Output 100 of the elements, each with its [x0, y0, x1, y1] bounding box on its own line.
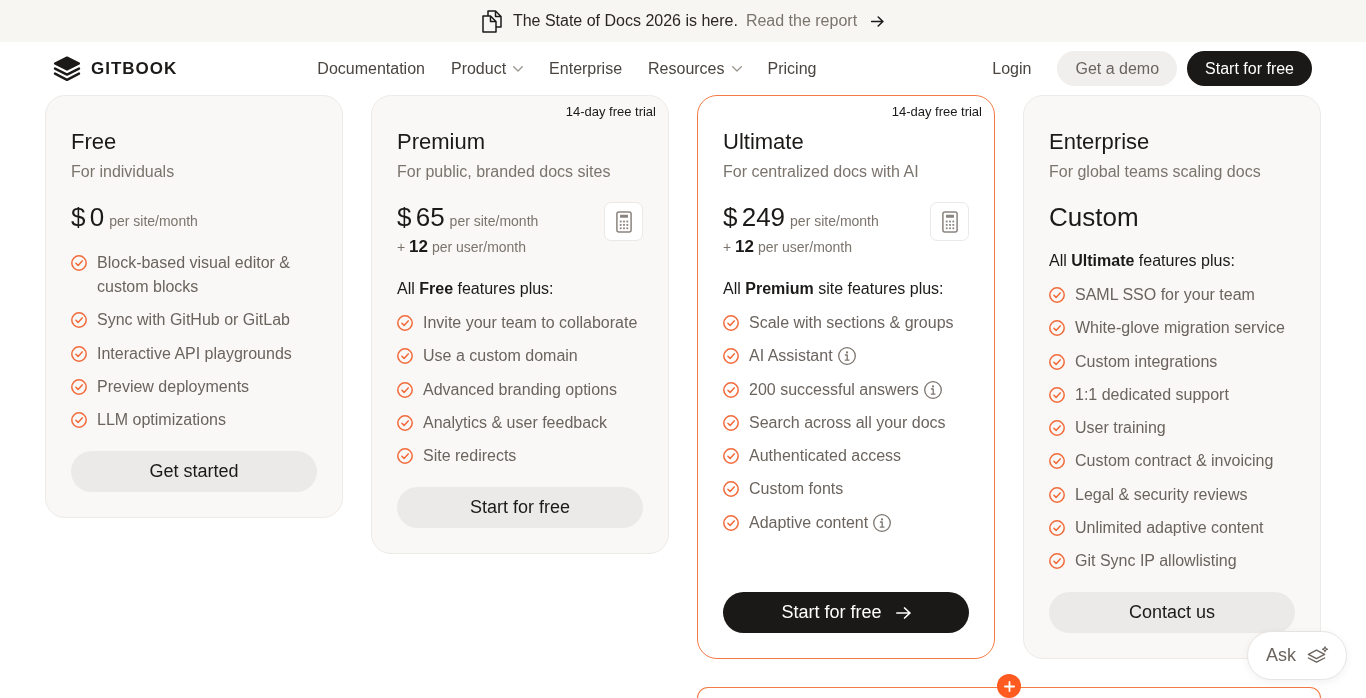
check-circle-icon [723, 348, 739, 365]
feature-text: Block-based visual editor & custom blocks [97, 253, 291, 297]
nav-link[interactable]: Resources [648, 59, 742, 78]
plan-button[interactable]: Start for free [723, 592, 969, 634]
check-circle-icon [1049, 287, 1065, 303]
user-price: + 12 per user/month [723, 237, 854, 257]
feature-text: Search across all your docs [749, 412, 946, 433]
includes-text: All Free features plus: [397, 279, 555, 299]
plus-icon [1003, 680, 1015, 692]
feature-text: Use a custom domain [423, 346, 578, 367]
check-circle-icon [1049, 320, 1065, 337]
feature-text: Custom contract & invoicing [1075, 451, 1274, 472]
layers-sparkle-icon [1307, 645, 1329, 666]
nav-link[interactable]: Product [450, 59, 524, 78]
check-circle-icon [71, 378, 87, 395]
login-link[interactable]: Login [992, 59, 1032, 78]
feature-text: User training [1075, 418, 1166, 439]
demo-button[interactable]: Get a demo [1057, 51, 1178, 86]
feature-text: AI Assistant [749, 346, 833, 367]
expand-button[interactable] [997, 674, 1021, 698]
plan-tagline: For centralized docs with AI [723, 162, 920, 182]
report-link[interactable]: Read the report [745, 12, 885, 30]
price-unit: per site/month [449, 213, 539, 229]
check-circle-icon [71, 345, 87, 362]
nav-link[interactable]: Pricing [767, 59, 817, 78]
check-circle-icon [71, 255, 87, 271]
check-circle-icon [71, 412, 87, 429]
stacked-layers-icon [53, 55, 81, 82]
feature-text: SAML SSO for your team [1075, 285, 1255, 305]
feature-text: LLM optimizations [97, 410, 226, 431]
check-circle-icon [1049, 520, 1065, 537]
feature-text: Invite your team to collaborate [423, 313, 638, 333]
check-circle-icon [1049, 486, 1065, 503]
plan-button[interactable]: Start for free [397, 487, 643, 529]
feature-text: Interactive API playgrounds [97, 343, 292, 364]
check-circle-icon [1049, 386, 1065, 403]
plan-button[interactable]: Contact us [1049, 592, 1295, 634]
check-circle-icon [71, 312, 87, 329]
check-circle-icon [723, 481, 739, 498]
plan-tagline: For global teams scaling docs [1049, 162, 1262, 182]
check-circle-icon [1049, 453, 1065, 470]
plan-name: Premium [397, 128, 486, 156]
logo[interactable]: GITBOOK [53, 55, 178, 82]
ask-button[interactable]: Ask [1247, 631, 1347, 680]
plan-name: Ultimate [723, 128, 805, 156]
feature-text: White-glove migration service [1075, 318, 1285, 339]
check-circle-icon [397, 315, 413, 331]
announcement-text: The State of Docs 2026 is here. [512, 12, 738, 30]
calculator-button[interactable] [930, 202, 969, 241]
plan-tagline: For individuals [71, 162, 176, 182]
feature-text: Git Sync IP allowlisting [1075, 551, 1237, 572]
check-circle-icon [397, 348, 413, 365]
start-button[interactable]: Start for free [1187, 51, 1312, 86]
arrow-right-icon [871, 15, 885, 27]
feature-text: 200 successful answers [749, 379, 919, 400]
check-circle-icon [397, 414, 413, 431]
feature-text: Advanced branding options [423, 379, 617, 400]
feature-text: Scale with sections & groups [749, 313, 954, 333]
includes-text: All Premium site features plus: [723, 279, 945, 299]
feature-text: 1:1 dedicated support [1075, 384, 1229, 405]
price-unit: per site/month [790, 213, 879, 229]
check-circle-icon [723, 315, 739, 331]
feature-text: Analytics & user feedback [423, 412, 608, 433]
check-circle-icon [723, 448, 739, 465]
feature-text: Legal & security reviews [1075, 484, 1248, 505]
feature-text: Preview deployments [97, 376, 250, 397]
plan-price: $ 65 [397, 201, 445, 233]
check-circle-icon [723, 414, 739, 431]
check-circle-icon [723, 381, 739, 398]
plan-tagline: For public, branded docs sites [397, 162, 612, 182]
check-circle-icon [1049, 553, 1065, 570]
trial-label: 14-day free trial [891, 104, 982, 120]
check-circle-icon [1049, 353, 1065, 370]
feature-text: Adaptive content [749, 512, 869, 533]
check-circle-icon [397, 381, 413, 398]
calculator-button[interactable] [604, 202, 643, 241]
feature-text: Unlimited adaptive content [1075, 518, 1264, 539]
documents-icon [481, 9, 502, 33]
price-unit: per site/month [109, 213, 198, 229]
check-circle-icon [723, 514, 739, 531]
check-circle-icon [1049, 420, 1065, 437]
feature-text: Sync with GitHub or GitLab [97, 310, 290, 331]
calculator-icon [941, 210, 958, 233]
feature-text: Site redirects [423, 446, 517, 467]
nav-link[interactable]: Enterprise [549, 59, 623, 78]
plan-button[interactable]: Get started [71, 451, 317, 493]
plan-name: Free [71, 128, 118, 156]
user-price: + 12 per user/month [397, 237, 528, 257]
feature-text: Custom fonts [749, 479, 844, 500]
plan-price: $ 0 [71, 201, 105, 233]
includes-text: All Ultimate features plus: [1049, 251, 1236, 271]
trial-label: 14-day free trial [565, 104, 656, 120]
feature-text: Authenticated access [749, 446, 902, 467]
plan-price: $ 249 [723, 201, 786, 233]
nav-link[interactable]: Documentation [317, 59, 425, 78]
feature-text: Custom integrations [1075, 351, 1218, 372]
plan-name: Enterprise [1049, 128, 1151, 156]
check-circle-icon [397, 448, 413, 465]
calculator-icon [615, 210, 632, 233]
plan-price: Custom [1049, 201, 1139, 233]
